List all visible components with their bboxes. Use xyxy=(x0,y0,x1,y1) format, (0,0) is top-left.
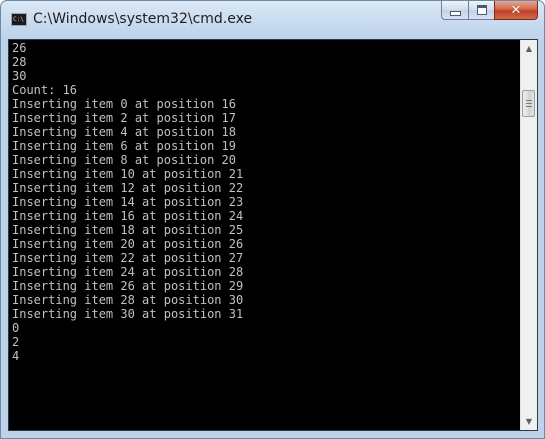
console-line: Inserting item 10 at position 21 xyxy=(12,167,244,181)
console-line: 28 xyxy=(12,55,27,69)
console-client-area: 26 28 30 Count: 16 Inserting item 0 at posit… xyxy=(8,39,538,431)
console-line: Count: 16 xyxy=(12,83,78,97)
console-line: Inserting item 6 at position 19 xyxy=(12,139,236,153)
minimize-button[interactable] xyxy=(441,1,468,20)
thumb-grip-line xyxy=(526,103,532,104)
console-line: Inserting item 16 at position 24 xyxy=(12,209,244,223)
console-line: 30 xyxy=(12,69,27,83)
console-line: 26 xyxy=(12,41,27,55)
scroll-down-arrow-icon[interactable]: ▼ xyxy=(521,413,537,430)
console-window: C:\ C:\Windows\system32\cmd.exe ✕ 26 28 30… xyxy=(0,0,545,439)
vertical-scrollbar[interactable]: ▲ ▼ xyxy=(520,40,537,430)
scrollbar-thumb[interactable] xyxy=(522,90,535,117)
console-line: Inserting item 28 at position 30 xyxy=(12,293,244,307)
console-line: Inserting item 4 at position 18 xyxy=(12,125,236,139)
scroll-up-arrow-icon[interactable]: ▲ xyxy=(521,40,537,57)
window-title: C:\Windows\system32\cmd.exe xyxy=(33,11,253,27)
maximize-button[interactable] xyxy=(468,1,494,20)
console-line: Inserting item 0 at position 16 xyxy=(12,97,236,111)
console-line: Inserting item 22 at position 27 xyxy=(12,251,244,265)
console-line: Inserting item 26 at position 29 xyxy=(12,279,244,293)
console-line: Inserting item 30 at position 31 xyxy=(12,307,244,321)
console-line: Inserting item 24 at position 28 xyxy=(12,265,244,279)
maximize-icon xyxy=(476,5,487,15)
close-button[interactable]: ✕ xyxy=(494,1,538,20)
close-icon: ✕ xyxy=(510,2,522,18)
minimize-icon xyxy=(449,10,461,16)
thumb-grip-line xyxy=(526,100,532,101)
thumb-grip-line xyxy=(526,106,532,107)
console-line: Inserting item 2 at position 17 xyxy=(12,111,236,125)
console-line: Inserting item 8 at position 20 xyxy=(12,153,236,167)
console-line: Inserting item 18 at position 25 xyxy=(12,223,244,237)
console-line: 4 xyxy=(12,349,20,363)
console-output[interactable]: 26 28 30 Count: 16 Inserting item 0 at posit… xyxy=(9,40,521,430)
console-line: Inserting item 12 at position 22 xyxy=(12,181,244,195)
caption-buttons: ✕ xyxy=(441,1,538,21)
console-line: Inserting item 14 at position 23 xyxy=(12,195,244,209)
console-line: Inserting item 20 at position 26 xyxy=(12,237,244,251)
title-bar[interactable]: C:\ C:\Windows\system32\cmd.exe ✕ xyxy=(1,1,544,39)
console-line: 0 xyxy=(12,321,20,335)
console-icon[interactable]: C:\ xyxy=(11,13,27,26)
console-line: 2 xyxy=(12,335,20,349)
